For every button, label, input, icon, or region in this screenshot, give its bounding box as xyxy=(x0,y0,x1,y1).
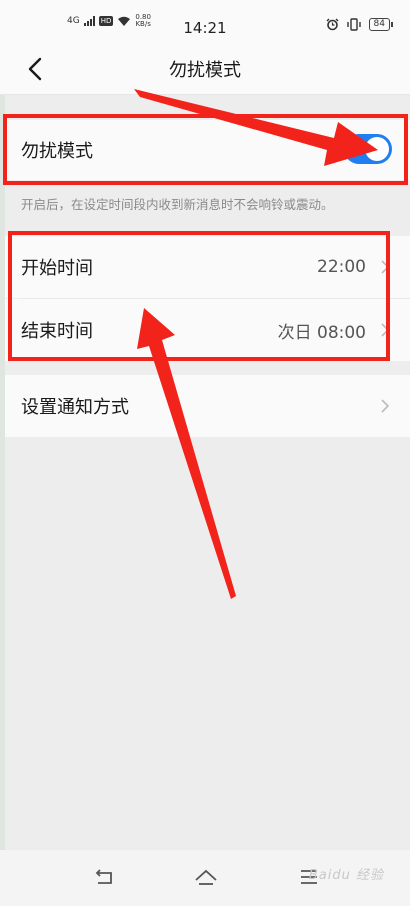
alarm-icon xyxy=(326,18,339,31)
toggle-knob xyxy=(365,137,389,161)
start-time-label: 开始时间 xyxy=(21,258,93,279)
status-bar: 4G HD 0.80 KB/s 14:21 84 xyxy=(0,0,410,44)
watermark: Baidu 经验 xyxy=(308,868,384,883)
dnd-toggle-row[interactable]: 勿扰模式 xyxy=(5,120,410,180)
back-nav-icon[interactable] xyxy=(94,866,116,888)
start-time-value: 22:00 xyxy=(317,257,366,277)
end-time-value: 次日 08:00 xyxy=(277,322,366,343)
notify-method-row[interactable]: 设置通知方式 xyxy=(5,375,410,437)
chevron-right-icon xyxy=(381,260,390,274)
end-time-label: 结束时间 xyxy=(21,321,93,342)
battery-indicator: 84 xyxy=(368,18,394,31)
home-nav-icon[interactable] xyxy=(194,866,218,888)
dnd-description: 开启后，在设定时间段内收到新消息时不会响铃或震动。 xyxy=(21,197,334,212)
chevron-right-icon xyxy=(381,323,390,337)
vibrate-icon xyxy=(346,18,361,31)
chevron-right-icon xyxy=(381,399,390,413)
page-title: 勿扰模式 xyxy=(169,60,241,81)
status-right: 84 xyxy=(326,18,394,31)
dnd-label: 勿扰模式 xyxy=(21,141,93,162)
notify-method-label: 设置通知方式 xyxy=(21,397,129,418)
end-time-row[interactable]: 结束时间 次日 08:00 xyxy=(5,299,410,361)
start-time-row[interactable]: 开始时间 22:00 xyxy=(5,236,410,298)
nav-bar: 勿扰模式 xyxy=(0,44,410,95)
dnd-toggle[interactable] xyxy=(344,134,392,164)
